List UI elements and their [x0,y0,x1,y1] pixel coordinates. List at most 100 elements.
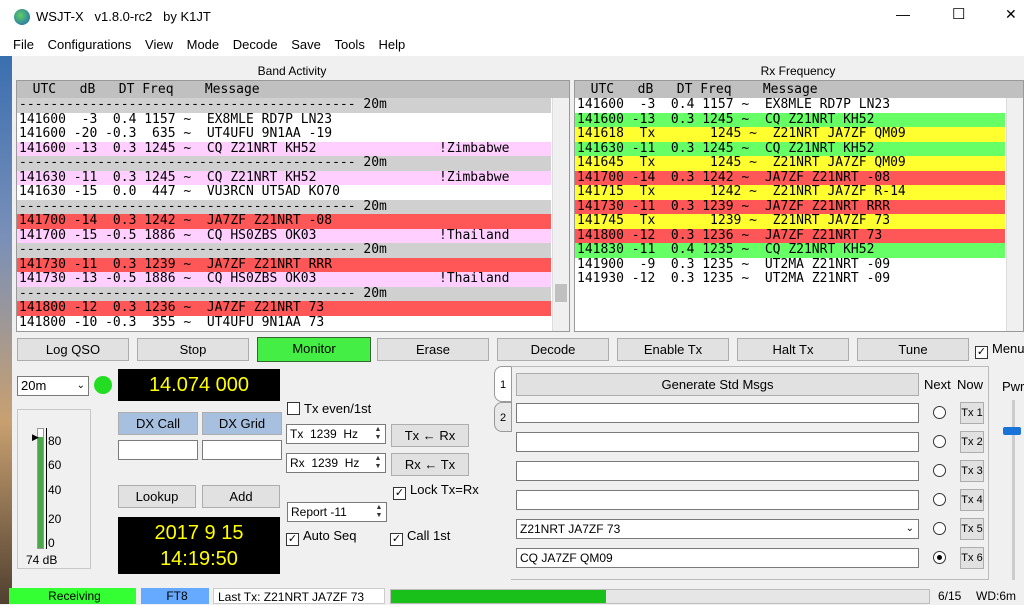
decode-row[interactable]: 141730 -11 0.3 1239 ~ JA7ZF Z21NRT RRR [17,257,551,272]
decode-row[interactable]: 141700 -15 -0.5 1886 ~ CQ HS0ZBS OK03 !Th… [17,228,551,243]
decode-row[interactable]: 141600 -20 -0.3 635 ~ UT4UFU 9N1AA -19 [17,126,551,142]
menu-decode[interactable]: Decode [228,34,283,55]
pwr-slider-handle[interactable] [1003,427,1021,435]
rx-row[interactable]: 141600 -3 0.4 1157 ~ EX8MLE RD7P LN23 [575,97,1005,113]
band-activity-scrollbar[interactable] [552,98,569,331]
menus-check-icon: ✓ [975,346,988,359]
close-icon[interactable]: ✕ [1005,6,1017,23]
period-separator[interactable]: ----------------------------------------… [17,155,551,171]
tx1-message-input[interactable] [516,403,919,423]
country-label: !Zimbabwe [439,140,510,156]
menu-save[interactable]: Save [286,34,326,55]
menu-configurations[interactable]: Configurations [43,34,137,55]
decode-row[interactable]: 141800 -12 0.3 1236 ~ JA7ZF Z21NRT 73 [17,300,551,316]
minimize-icon[interactable]: — [896,6,910,22]
spin-arrows-icon[interactable]: ▲ ▼ [373,504,385,520]
erase-button[interactable]: Erase [377,338,489,361]
meter-tick-60: 60 [48,458,62,472]
decode-row[interactable]: 141700 -14 0.3 1242 ~ JA7ZF Z21NRT -08 [17,213,551,229]
tx1-now-button[interactable]: Tx 1 [960,402,984,424]
rx-frequency-pane[interactable]: UTC dB DT Freq Message 141600 -3 0.4 115… [574,80,1024,332]
tune-button[interactable]: Tune [857,338,969,361]
add-button[interactable]: Add [202,485,280,508]
decode-row[interactable]: 141600 -13 0.3 1245 ~ CQ Z21NRT KH52 !Zim… [17,140,551,156]
menu-help[interactable]: Help [373,34,410,55]
rx-row[interactable]: 141715 Tx 1242 ~ Z21NRT JA7ZF R-14 [575,184,1005,200]
call-1st-checkbox[interactable]: ✓ Call 1st [390,528,450,546]
period-separator[interactable]: ----------------------------------------… [17,199,551,214]
menu-view[interactable]: View [140,34,178,55]
rx-row[interactable]: 141645 Tx 1245 ~ Z21NRT JA7ZF QM09 [575,155,1005,171]
period-separator[interactable]: ----------------------------------------… [17,286,551,301]
tx5-message-input[interactable]: Z21NRT JA7ZF 73 ⌄ [516,519,919,539]
dx-call-input[interactable] [118,440,198,460]
rx-from-tx-button[interactable]: Rx ← Tx [391,453,469,476]
tx4-message-input[interactable] [516,490,919,510]
tx2-now-button[interactable]: Tx 2 [960,431,984,453]
rx-row[interactable]: 141730 -11 0.3 1239 ~ JA7ZF Z21NRT RRR [575,199,1005,214]
scroll-thumb[interactable] [555,284,567,302]
tx6-next-radio[interactable] [933,551,946,564]
chevron-down-icon[interactable]: ⌄ [906,520,914,538]
tx3-message-input[interactable] [516,461,919,481]
log-qso-button[interactable]: Log QSO [17,338,129,361]
decode-row[interactable]: 141630 -11 0.3 1245 ~ CQ Z21NRT KH52 !Zim… [17,170,551,185]
maximize-icon[interactable]: ☐ [952,5,965,23]
tx1-next-radio[interactable] [933,406,946,419]
spin-arrows-icon[interactable]: ▲ ▼ [372,426,384,442]
tx5-next-radio[interactable] [933,522,946,535]
lookup-button[interactable]: Lookup [118,485,196,508]
menu-mode[interactable]: Mode [182,34,225,55]
spin-arrows-icon[interactable]: ▲ ▼ [372,455,384,471]
tx5-now-button[interactable]: Tx 5 [960,518,984,540]
rx-row[interactable]: 141700 -14 0.3 1242 ~ JA7ZF Z21NRT -08 [575,170,1005,185]
rx-row[interactable]: 141745 Tx 1239 ~ Z21NRT JA7ZF 73 [575,213,1005,229]
tx3-next-radio[interactable] [933,464,946,477]
tx4-next-radio[interactable] [933,493,946,506]
rx-row[interactable]: 141900 -9 0.3 1235 ~ UT2MA Z21NRT -09 [575,257,1005,273]
meter-track [37,428,44,549]
tx4-now-button[interactable]: Tx 4 [960,489,984,511]
halt-tx-button[interactable]: Halt Tx [737,338,849,361]
rx-freq-spinbox[interactable]: Rx 1239 Hz ▲ ▼ [286,453,386,473]
tx6-message-input[interactable]: CQ JA7ZF QM09 [516,548,919,568]
decode-button[interactable]: Decode [497,338,609,361]
generate-std-msgs-button[interactable]: Generate Std Msgs [516,373,919,396]
rx-row[interactable]: 141930 -12 0.3 1235 ~ UT2MA Z21NRT -09 [575,271,1005,287]
tab-2[interactable]: 2 [494,402,512,432]
band-select[interactable]: 20m ⌄ [17,376,89,396]
tx-even-checkbox[interactable]: Tx even/1st [287,401,371,416]
tx-from-rx-button[interactable]: Tx ← Rx [391,424,469,447]
period-separator[interactable]: ----------------------------------------… [17,242,551,258]
rx-frequency-scrollbar[interactable] [1006,98,1023,331]
band-activity-pane[interactable]: UTC dB DT Freq Message -----------------… [16,80,570,332]
rx-row[interactable]: 141630 -11 0.3 1245 ~ CQ Z21NRT KH52 [575,141,1005,156]
decode-row[interactable]: 141800 -10 -0.3 355 ~ UT4UFU 9N1AA 73 [17,315,551,331]
auto-seq-checkbox[interactable]: ✓ Auto Seq [286,528,357,546]
report-spinbox[interactable]: Report -11 ▲ ▼ [287,502,387,522]
rx-row[interactable]: 141600 -13 0.3 1245 ~ CQ Z21NRT KH52 [575,112,1005,127]
menu-tools[interactable]: Tools [329,34,369,55]
monitor-button[interactable]: Monitor [257,337,371,362]
lock-tx-rx-checkbox[interactable]: ✓ Lock Tx=Rx [393,482,479,500]
dx-grid-input[interactable] [202,440,282,460]
tx-freq-spinbox[interactable]: Tx 1239 Hz ▲ ▼ [286,424,386,444]
signal-meter: ▶ 80 60 40 20 0 74 dB [17,409,91,569]
rx-row[interactable]: 141618 Tx 1245 ~ Z21NRT JA7ZF QM09 [575,126,1005,142]
meter-pointer-icon: ▶ [32,432,39,442]
enable-tx-button[interactable]: Enable Tx [617,338,729,361]
tx2-next-radio[interactable] [933,435,946,448]
rx-row[interactable]: 141800 -12 0.3 1236 ~ JA7ZF Z21NRT 73 [575,228,1005,243]
tx3-now-button[interactable]: Tx 3 [960,460,984,482]
decode-row[interactable]: 141630 -15 0.0 447 ~ VU3RCN UT5AD KO70 [17,184,551,200]
tab-1[interactable]: 1 [494,366,512,402]
decode-row[interactable]: 141600 -3 0.4 1157 ~ EX8MLE RD7P LN23 [17,112,551,128]
rx-row[interactable]: 141830 -11 0.4 1235 ~ CQ Z21NRT KH52 [575,242,1005,258]
menu-file[interactable]: File [8,34,39,55]
period-separator[interactable]: ----------------------------------------… [17,97,551,113]
tx6-now-button[interactable]: Tx 6 [960,547,984,569]
decode-row[interactable]: 141730 -13 -0.5 1886 ~ CQ HS0ZBS OK03 !Th… [17,271,551,287]
stop-button[interactable]: Stop [137,338,249,361]
menus-checkbox[interactable]: ✓Menus [975,341,1024,359]
tx2-message-input[interactable] [516,432,919,452]
